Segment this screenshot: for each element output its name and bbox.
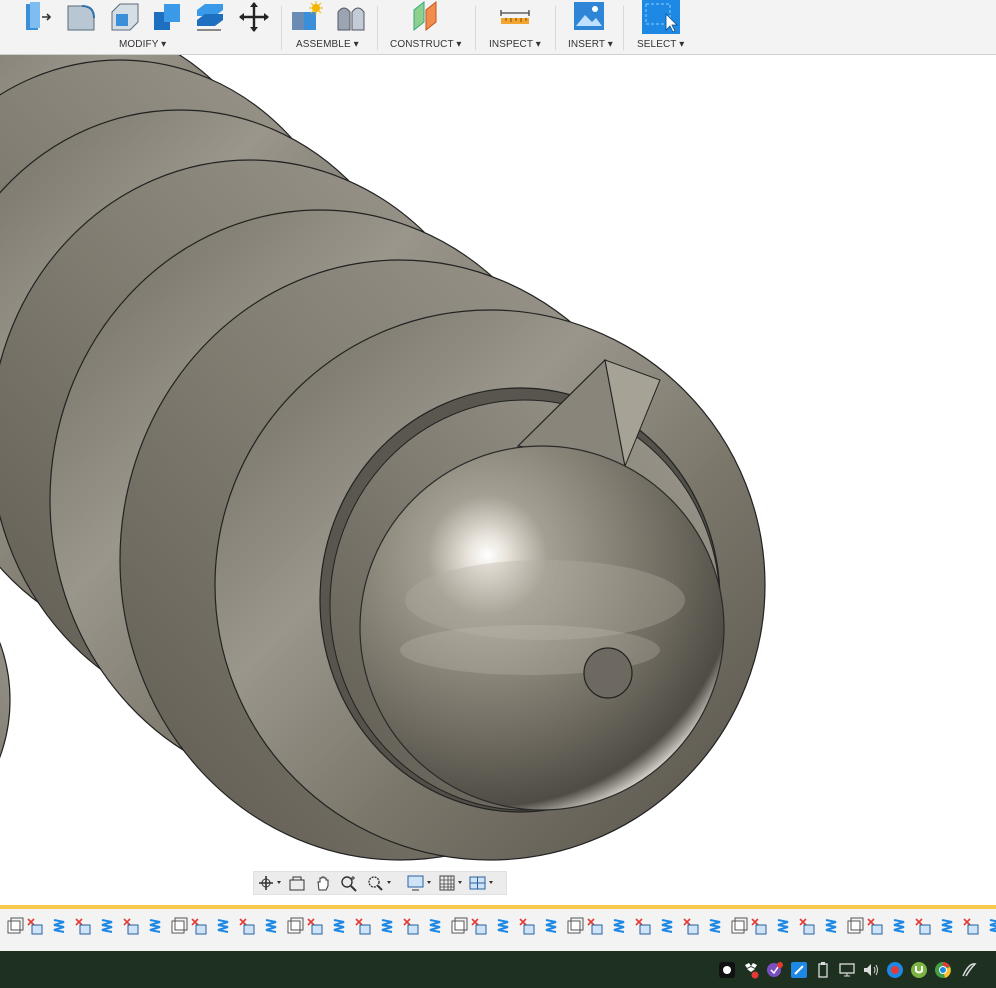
- display-settings-icon[interactable]: [406, 874, 434, 892]
- timeline-feature-icon[interactable]: [429, 919, 441, 933]
- shield-icon[interactable]: [766, 961, 784, 979]
- select-icon[interactable]: [642, 0, 680, 34]
- timeline-feature-icon[interactable]: [915, 918, 931, 935]
- timeline-footer: [0, 943, 996, 951]
- insert-image-icon[interactable]: [572, 0, 606, 34]
- modify-group: MODIFY ▾: [0, 0, 280, 54]
- timeline-feature-icon[interactable]: [847, 917, 864, 934]
- timeline-feature-icon[interactable]: [217, 919, 229, 933]
- zoom-window-icon[interactable]: [366, 874, 394, 892]
- app-icon[interactable]: [718, 961, 736, 979]
- fillet-icon[interactable]: [64, 0, 98, 34]
- timeline-feature-icon[interactable]: [497, 919, 509, 933]
- timeline-feature-icon[interactable]: [825, 919, 837, 933]
- model-render: [0, 55, 766, 861]
- timeline-feature-icon[interactable]: [567, 917, 584, 934]
- shell-icon[interactable]: [108, 0, 142, 34]
- timeline-feature-icon[interactable]: [307, 918, 323, 935]
- timeline-feature-icon[interactable]: [635, 918, 651, 935]
- insert-group: INSERT ▾: [556, 0, 622, 54]
- timeline-feature-icon[interactable]: [587, 918, 603, 935]
- record-icon[interactable]: [886, 961, 904, 979]
- pan-icon[interactable]: [314, 874, 332, 892]
- timeline-features[interactable]: [0, 909, 996, 943]
- network-icon[interactable]: [838, 961, 856, 979]
- toolbar: MODIFY ▾ ASSEMBLE ▾ CONSTRUCT ▾ INSPECT …: [0, 0, 996, 55]
- timeline-feature-icon[interactable]: [101, 919, 113, 933]
- timeline-feature-icon[interactable]: [471, 918, 487, 935]
- joint-icon[interactable]: [334, 0, 368, 34]
- timeline-feature-icon[interactable]: [149, 919, 161, 933]
- timeline-feature-icon[interactable]: [239, 918, 255, 935]
- offset-plane-icon[interactable]: [410, 0, 444, 34]
- assemble-group: ASSEMBLE ▾: [282, 0, 376, 54]
- timeline-feature-icon[interactable]: [519, 918, 535, 935]
- timeline-feature-icon[interactable]: [893, 919, 905, 933]
- timeline-feature-icon[interactable]: [751, 918, 767, 935]
- timeline-feature-icon[interactable]: [265, 919, 277, 933]
- usb-icon[interactable]: [814, 961, 832, 979]
- press-pull-icon[interactable]: [20, 0, 54, 34]
- viewport-layout-icon[interactable]: [468, 874, 496, 892]
- inspect-menu[interactable]: INSPECT ▾: [489, 39, 541, 50]
- timeline-feature-icon[interactable]: [661, 919, 673, 933]
- timeline-feature-icon[interactable]: [333, 919, 345, 933]
- timeline-feature-icon[interactable]: [867, 918, 883, 935]
- timeline-feature-icon[interactable]: [709, 919, 721, 933]
- timeline-feature-icon[interactable]: [53, 919, 65, 933]
- timeline-feature-icon[interactable]: [75, 918, 91, 935]
- timeline-feature-icon[interactable]: [171, 917, 188, 934]
- move-icon[interactable]: [237, 0, 271, 34]
- chrome-icon[interactable]: [934, 961, 952, 979]
- timeline-feature-icon[interactable]: [287, 917, 304, 934]
- measure-icon[interactable]: [498, 0, 532, 34]
- onedrive-icon[interactable]: [790, 961, 808, 979]
- inspect-group: INSPECT ▾: [476, 0, 554, 54]
- split-body-icon[interactable]: [193, 0, 227, 34]
- timeline-feature-icon[interactable]: [799, 918, 815, 935]
- construct-group: CONSTRUCT ▾: [378, 0, 474, 54]
- timeline-feature-icon[interactable]: [941, 919, 953, 933]
- new-component-icon[interactable]: [290, 0, 324, 34]
- timeline-feature-icon[interactable]: [355, 918, 371, 935]
- look-at-icon[interactable]: [288, 874, 306, 892]
- timeline-feature-icon[interactable]: [613, 919, 625, 933]
- select-group: SELECT ▾: [624, 0, 704, 54]
- combine-icon[interactable]: [150, 0, 184, 34]
- timeline-feature-icon[interactable]: [191, 918, 207, 935]
- timeline-feature-icon[interactable]: [27, 918, 43, 935]
- timeline-feature-icon[interactable]: [963, 918, 979, 935]
- timeline-feature-icon[interactable]: [381, 919, 393, 933]
- timeline-feature-icon[interactable]: [403, 918, 419, 935]
- zoom-icon[interactable]: [339, 874, 359, 892]
- timeline-feature-icon[interactable]: [123, 918, 139, 935]
- modify-menu[interactable]: MODIFY ▾: [119, 39, 166, 50]
- timeline-feature-icon[interactable]: [545, 919, 557, 933]
- volume-icon[interactable]: [862, 961, 880, 979]
- timeline-feature-icon[interactable]: [777, 919, 789, 933]
- assemble-menu[interactable]: ASSEMBLE ▾: [296, 39, 359, 50]
- dropbox-icon[interactable]: [742, 961, 760, 979]
- insert-menu[interactable]: INSERT ▾: [568, 39, 613, 50]
- canvas-viewport[interactable]: [0, 55, 996, 900]
- grid-settings-icon[interactable]: [438, 874, 466, 892]
- timeline-feature-icon[interactable]: [451, 917, 468, 934]
- timeline-feature-icon[interactable]: [731, 917, 748, 934]
- timeline-feature-icon[interactable]: [683, 918, 699, 935]
- timeline-feature-icon[interactable]: [7, 917, 24, 934]
- timeline-feature-icon[interactable]: [989, 919, 996, 933]
- select-menu[interactable]: SELECT ▾: [637, 39, 684, 50]
- orbit-icon[interactable]: [258, 874, 284, 892]
- torrent-icon[interactable]: [910, 961, 928, 979]
- construct-menu[interactable]: CONSTRUCT ▾: [390, 39, 462, 50]
- timeline: [0, 905, 996, 943]
- navigation-bar: [253, 871, 507, 895]
- pen-icon[interactable]: [960, 961, 978, 979]
